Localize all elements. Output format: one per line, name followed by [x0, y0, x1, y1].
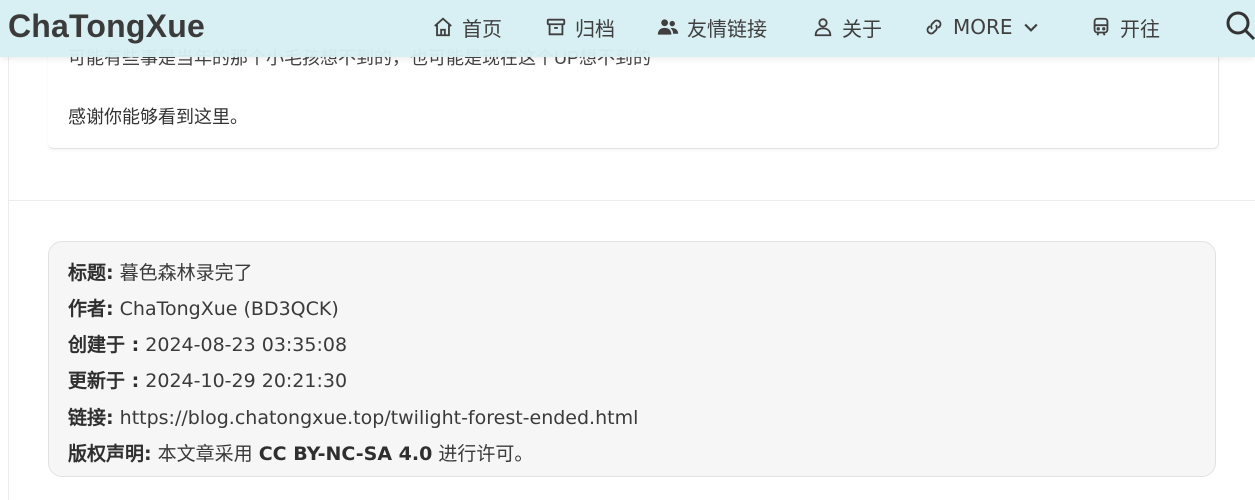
nav-travel[interactable]: 开往 [1090, 13, 1160, 41]
nav-about-label: 关于 [842, 16, 882, 41]
nav-travel-label: 开往 [1120, 16, 1160, 41]
license-label: 版权声明: [68, 443, 152, 465]
author-label: 作者: [68, 298, 114, 320]
site-brand[interactable]: ChaTongXue [8, 8, 205, 45]
nav-archive[interactable]: 归档 [545, 13, 615, 41]
created-label: 创建于 : [68, 334, 140, 356]
license-suffix: 进行许可。 [438, 443, 534, 465]
nav-archive-label: 归档 [575, 16, 615, 41]
updated-label: 更新于 : [68, 370, 140, 392]
train-icon [1093, 17, 1109, 36]
nav-more[interactable]: MORE [923, 13, 1041, 41]
archive-icon [546, 18, 566, 36]
link-icon [926, 19, 942, 35]
created-value: 2024-08-23 03:35:08 [145, 334, 348, 356]
copyright-link-row: 链接: https://blog.chatongxue.top/twilight… [68, 403, 638, 430]
title-value: 暮色森林录完了 [119, 262, 253, 284]
chevron-down-icon [1023, 23, 1038, 32]
license-link[interactable]: CC BY-NC-SA 4.0 [259, 443, 433, 465]
link-label: 链接: [68, 407, 114, 429]
nav-home[interactable]: 首页 [432, 13, 502, 41]
license-prefix: 本文章采用 [157, 443, 253, 465]
nav-friends-label: 友情链接 [687, 16, 767, 41]
search-icon[interactable] [1224, 9, 1255, 43]
post-closing-line: 感谢你能够看到这里。 [68, 107, 248, 128]
author-value: ChaTongXue (BD3QCK) [119, 298, 339, 320]
title-label: 标题: [68, 262, 114, 284]
section-divider [9, 200, 1255, 201]
copyright-title-row: 标题: 暮色森林录完了 [68, 258, 253, 285]
users-icon [657, 19, 679, 35]
copyright-updated-row: 更新于 : 2024-10-29 20:21:30 [68, 366, 347, 393]
user-icon [814, 18, 832, 37]
nav-about[interactable]: 关于 [812, 13, 882, 41]
copyright-author-row: 作者: ChaTongXue (BD3QCK) [68, 294, 339, 321]
nav-more-label: MORE [953, 15, 1013, 39]
nav-home-label: 首页 [462, 16, 502, 41]
nav-friends[interactable]: 友情链接 [657, 13, 767, 41]
copyright-created-row: 创建于 : 2024-08-23 03:35:08 [68, 330, 347, 357]
post-link[interactable]: https://blog.chatongxue.top/twilight-for… [120, 407, 639, 429]
copyright-license-row: 版权声明: 本文章采用 CC BY-NC-SA 4.0 进行许可。 [68, 439, 533, 466]
content-left-border [8, 0, 9, 500]
updated-value: 2024-10-29 20:21:30 [145, 370, 348, 392]
top-navbar: ChaTongXue 首页 归档 友情链接 关于 MORE 开往 [0, 0, 1255, 57]
home-icon [434, 17, 452, 37]
